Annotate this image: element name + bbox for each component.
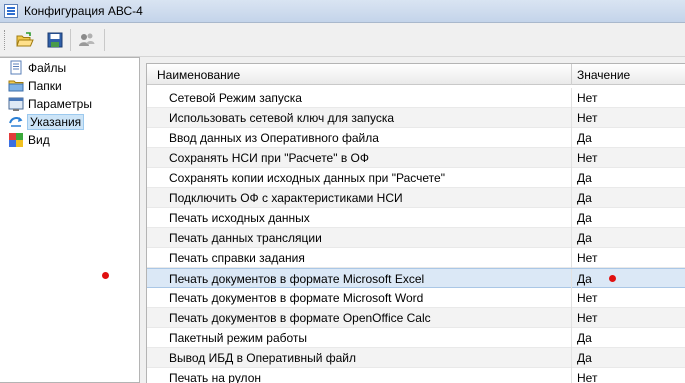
cell-divider <box>571 208 572 228</box>
setting-name: Печать исходных данных <box>169 211 310 225</box>
setting-value[interactable]: Да <box>577 272 592 286</box>
table-row[interactable]: Сохранять копии исходных данных при "Рас… <box>147 168 685 188</box>
column-header-value[interactable]: Значение <box>577 68 630 82</box>
setting-value[interactable]: Нет <box>577 151 597 165</box>
cell-divider <box>571 308 572 328</box>
setting-name: Подключить ОФ с характеристиками НСИ <box>169 191 403 205</box>
app-icon <box>4 4 18 18</box>
cell-divider <box>571 148 572 168</box>
folder-icon <box>8 78 24 94</box>
table-row[interactable]: Сохранять НСИ при "Расчете" в ОФ Нет <box>147 148 685 168</box>
setting-value[interactable]: Да <box>577 191 592 205</box>
table-row[interactable]: Печать документов в формате Microsoft Wo… <box>147 288 685 308</box>
toolbar-separator <box>70 29 71 51</box>
cell-divider <box>571 288 572 308</box>
setting-value[interactable]: Да <box>577 331 592 345</box>
title-bar: Конфигурация АВС-4 <box>0 0 685 23</box>
table-row[interactable]: Ввод данных из Оперативного файла Да <box>147 128 685 148</box>
directions-icon <box>8 114 24 130</box>
tree-item-directions[interactable]: Указания <box>8 113 85 131</box>
tree-item-label: Вид <box>28 133 50 147</box>
cell-divider <box>571 248 572 268</box>
tree-item-label: Файлы <box>28 61 67 75</box>
cell-divider <box>571 228 572 248</box>
setting-value[interactable]: Да <box>577 351 592 365</box>
setting-value[interactable]: Нет <box>577 111 597 125</box>
cell-divider <box>571 108 572 128</box>
table-row[interactable]: Печать документов в формате OpenOffice C… <box>147 308 685 328</box>
setting-name: Печать справки задания <box>169 251 305 265</box>
table-row[interactable]: Печать на рулон Нет <box>147 368 685 383</box>
parameters-icon <box>8 96 24 112</box>
tree-item-view[interactable]: Вид <box>8 131 50 149</box>
table-row[interactable]: Подключить ОФ с характеристиками НСИ Да <box>147 188 685 208</box>
save-button[interactable] <box>44 29 66 51</box>
table-row-highlighted[interactable]: Печать документов в формате Microsoft Ex… <box>147 268 685 289</box>
setting-value[interactable]: Нет <box>577 311 597 325</box>
setting-name: Печать на рулон <box>169 371 261 383</box>
cell-divider <box>571 368 572 383</box>
setting-name: Печать документов в формате OpenOffice C… <box>169 311 431 325</box>
column-header-name[interactable]: Наименование <box>157 68 240 82</box>
open-button[interactable] <box>14 29 36 51</box>
table-row[interactable]: Пакетный режим работы Да <box>147 328 685 348</box>
setting-value[interactable]: Нет <box>577 371 597 383</box>
cell-divider <box>571 328 572 348</box>
tree-item-files[interactable]: Файлы <box>8 59 66 77</box>
cell-divider <box>571 128 572 148</box>
view-icon <box>8 132 24 148</box>
toolbar <box>0 23 685 57</box>
tree-item-label: Параметры <box>28 97 92 111</box>
setting-name: Сохранять НСИ при "Расчете" в ОФ <box>169 151 369 165</box>
setting-name: Печать данных трансляции <box>169 231 322 245</box>
column-divider[interactable] <box>571 64 572 85</box>
setting-name: Печать документов в формате Microsoft Wo… <box>169 291 424 305</box>
setting-value[interactable]: Нет <box>577 291 597 305</box>
tree-item-label: Указания <box>26 114 85 130</box>
setting-value[interactable]: Да <box>577 231 592 245</box>
cell-divider <box>571 88 572 108</box>
setting-name: Вывод ИБД в Оперативный файл <box>169 351 356 365</box>
cell-divider <box>571 188 572 208</box>
setting-value[interactable]: Да <box>577 211 592 225</box>
setting-name: Ввод данных из Оперативного файла <box>169 131 379 145</box>
table-row[interactable]: Вывод ИБД в Оперативный файл Да <box>147 348 685 368</box>
grid-header: Наименование Значение <box>147 64 685 85</box>
table-row[interactable]: Использовать сетевой ключ для запуска Не… <box>147 108 685 128</box>
window-title: Конфигурация АВС-4 <box>24 4 143 18</box>
setting-name: Пакетный режим работы <box>169 331 308 345</box>
table-row[interactable]: Печать справки задания Нет <box>147 248 685 268</box>
setting-name: Использовать сетевой ключ для запуска <box>169 111 395 125</box>
setting-name: Сохранять копии исходных данных при "Рас… <box>169 171 445 185</box>
toolbar-separator <box>104 29 105 51</box>
open-folder-icon <box>16 32 34 47</box>
setting-value[interactable]: Да <box>577 171 592 185</box>
navigation-tree: Файлы Папки Параметры Указания Вид <box>0 57 140 383</box>
users-button[interactable] <box>76 29 98 51</box>
cell-divider <box>571 168 572 188</box>
table-row[interactable]: Печать данных трансляции Да <box>147 228 685 248</box>
setting-name: Печать документов в формате Microsoft Ex… <box>169 272 425 286</box>
save-icon <box>47 32 63 48</box>
cell-divider <box>571 348 572 368</box>
toolbar-grip[interactable] <box>4 30 8 50</box>
annotation-dot <box>102 272 109 279</box>
files-icon <box>8 60 24 76</box>
settings-grid: Наименование Значение Сетевой Режим запу… <box>146 63 685 383</box>
setting-value[interactable]: Нет <box>577 91 597 105</box>
table-row[interactable]: Сетевой Режим запуска Нет <box>147 88 685 108</box>
annotation-dot <box>609 275 616 282</box>
setting-value[interactable]: Нет <box>577 251 597 265</box>
tree-item-folders[interactable]: Папки <box>8 77 62 95</box>
table-row[interactable]: Печать исходных данных Да <box>147 208 685 228</box>
cell-divider <box>571 269 572 289</box>
setting-name: Сетевой Режим запуска <box>169 91 302 105</box>
setting-value[interactable]: Да <box>577 131 592 145</box>
tree-item-label: Папки <box>28 79 62 93</box>
users-icon <box>79 33 95 46</box>
tree-item-parameters[interactable]: Параметры <box>8 95 92 113</box>
